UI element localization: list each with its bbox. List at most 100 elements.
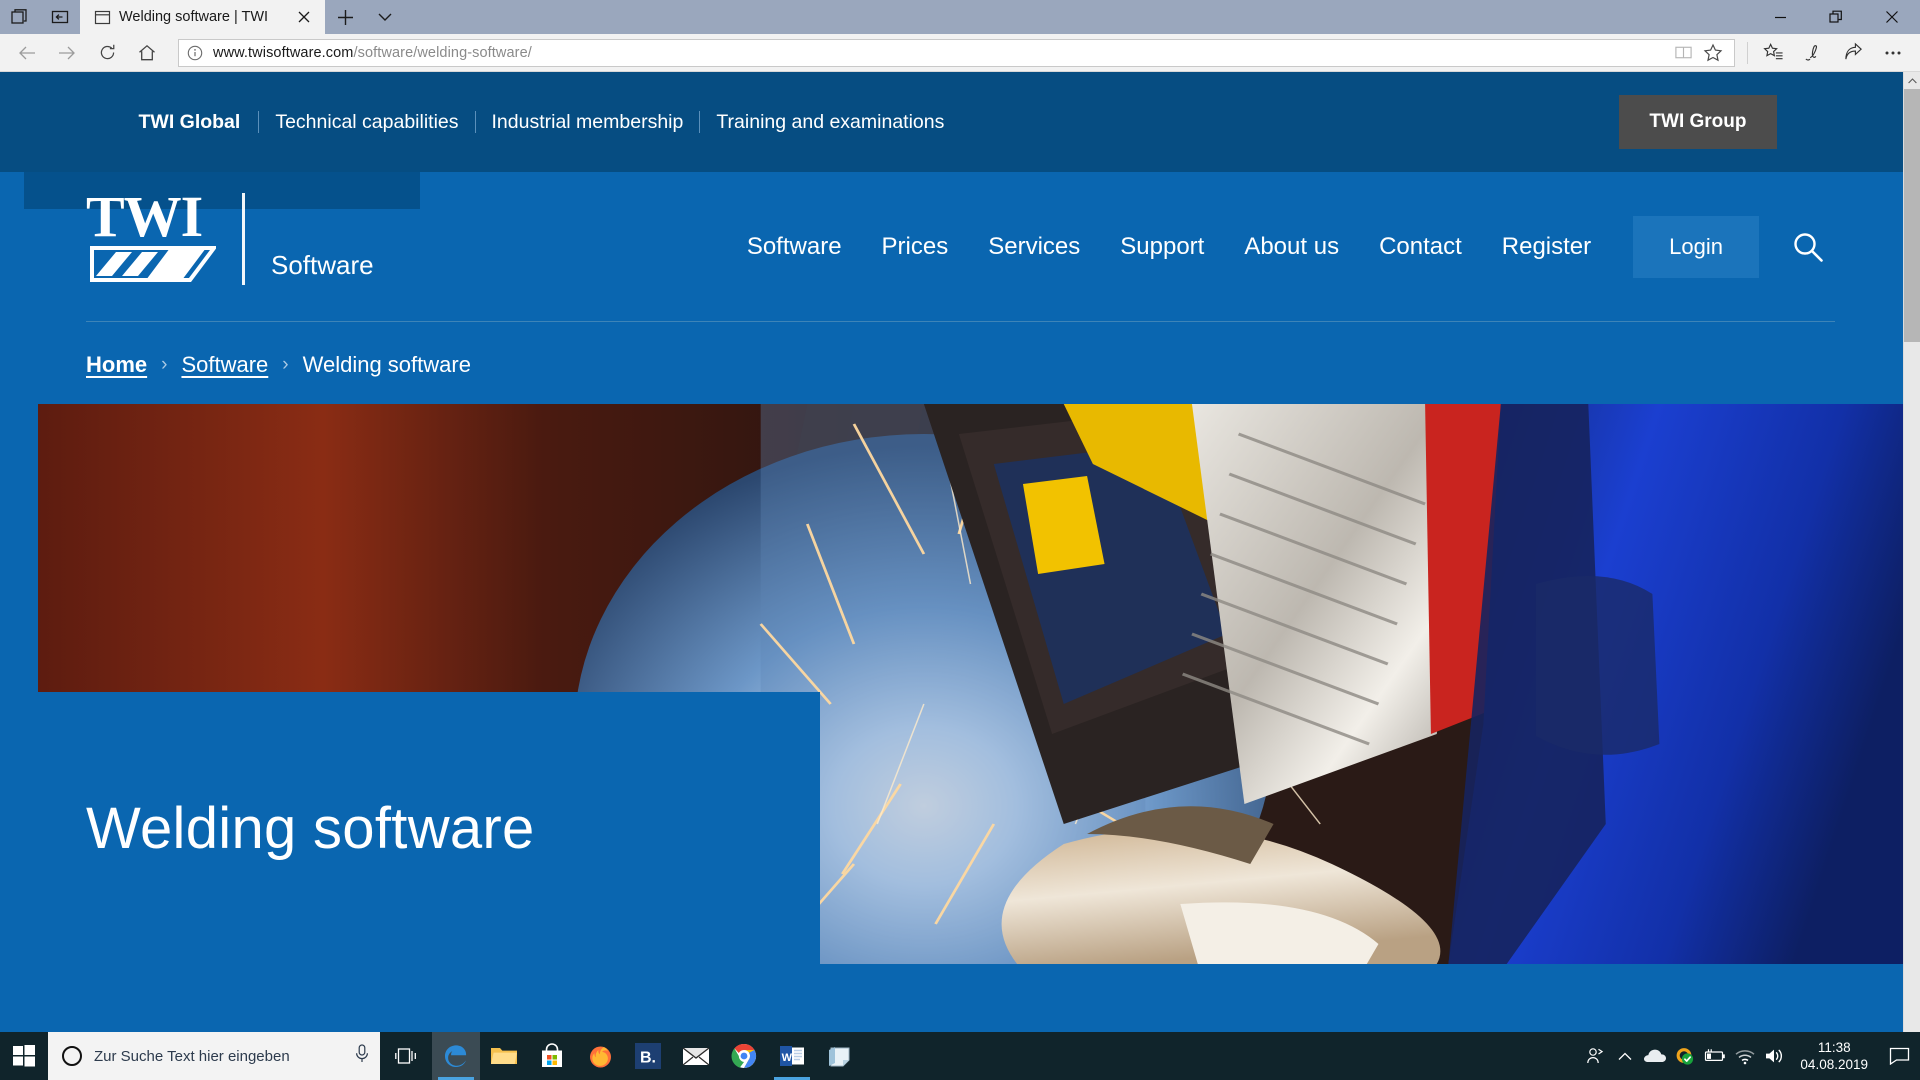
svg-text:W: W	[782, 1052, 793, 1064]
cortana-ring-icon	[62, 1046, 82, 1066]
search-icon[interactable]	[1759, 230, 1835, 264]
svg-text:TWI: TWI	[86, 190, 202, 249]
volume-icon[interactable]	[1760, 1032, 1790, 1080]
nav-item-prices[interactable]: Prices	[862, 233, 969, 261]
scrollbar-thumb[interactable]	[1904, 89, 1920, 342]
toolbar-divider	[1747, 41, 1748, 64]
forward-arrow-icon[interactable]	[48, 36, 86, 70]
clock-time: 11:38	[1817, 1040, 1851, 1055]
taskbar-apps: B. W	[432, 1032, 864, 1080]
clock-date: 04.08.2019	[1800, 1057, 1868, 1072]
tab-title: Welding software | TWI	[119, 9, 269, 25]
breadcrumb-software[interactable]: Software	[181, 352, 268, 378]
star-icon[interactable]	[1700, 40, 1726, 66]
notification-icon[interactable]	[1882, 1032, 1916, 1080]
taskbar-search-placeholder: Zur Suche Text hier eingeben	[94, 1047, 290, 1065]
show-hidden-icons-icon[interactable]	[1610, 1032, 1640, 1080]
taskbar-search-box[interactable]: Zur Suche Text hier eingeben	[48, 1032, 380, 1080]
info-icon[interactable]	[187, 45, 203, 61]
breadcrumb: Home › Software › Welding software	[0, 322, 1903, 404]
url-domain: www.twisoftware.com	[213, 44, 354, 61]
restore-button[interactable]	[1808, 0, 1864, 34]
nav-item-about-us[interactable]: About us	[1224, 233, 1359, 261]
url-path: /software/welding-software/	[353, 44, 532, 61]
task-view-icon[interactable]	[380, 1032, 432, 1080]
address-bar-actions	[1670, 40, 1726, 66]
tab-favicon-icon	[94, 9, 111, 26]
minimize-button[interactable]	[1752, 0, 1808, 34]
twi-group-button[interactable]: TWI Group	[1619, 95, 1777, 149]
browser-titlebar: Welding software | TWI	[0, 0, 1920, 34]
chrome-icon[interactable]	[720, 1032, 768, 1080]
address-bar[interactable]: www.twisoftware.com/software/welding-sof…	[178, 38, 1735, 67]
tab-dropdown-chevron-icon[interactable]	[365, 0, 405, 34]
onedrive-icon[interactable]	[1640, 1032, 1670, 1080]
battery-icon[interactable]	[1700, 1032, 1730, 1080]
hero-banner: Welding software	[38, 404, 1903, 964]
more-icon[interactable]	[1874, 36, 1912, 70]
security-check-icon[interactable]	[1670, 1032, 1700, 1080]
topbar-links: TWI Global Technical capabilities Indust…	[139, 111, 961, 134]
back-arrow-icon[interactable]	[8, 36, 46, 70]
logo-divider	[242, 192, 245, 285]
site-topbar: TWI Global Technical capabilities Indust…	[0, 72, 1903, 172]
microphone-icon[interactable]	[354, 1043, 370, 1069]
topbar-link-training-and-examinations[interactable]: Training and examinations	[700, 111, 960, 134]
website-page: TWI Global Technical capabilities Indust…	[0, 72, 1903, 964]
firefox-icon[interactable]	[576, 1032, 624, 1080]
refresh-icon[interactable]	[88, 36, 126, 70]
favorites-hub-icon[interactable]	[1754, 36, 1792, 70]
windows-taskbar: Zur Suche Text hier eingeben B. W 11:38 …	[0, 1032, 1920, 1080]
login-button[interactable]: Login	[1633, 216, 1759, 278]
topbar-link-industrial-membership[interactable]: Industrial membership	[476, 111, 700, 134]
topbar-link-twi-global[interactable]: TWI Global	[139, 111, 259, 134]
set-tabs-aside-icon[interactable]	[0, 0, 40, 34]
taskbar-clock[interactable]: 11:38 04.08.2019	[1790, 1039, 1882, 1073]
windows-start-icon[interactable]	[0, 1032, 48, 1080]
nav-item-services[interactable]: Services	[968, 233, 1100, 261]
sticky-notes-icon[interactable]	[816, 1032, 864, 1080]
system-tray: 11:38 04.08.2019	[1580, 1032, 1920, 1080]
page-title: Welding software	[86, 796, 535, 861]
wifi-icon[interactable]	[1730, 1032, 1760, 1080]
browser-tab[interactable]: Welding software | TWI	[80, 0, 325, 34]
twi-logo-icon: TWI	[86, 184, 218, 287]
edge-icon[interactable]	[432, 1032, 480, 1080]
breadcrumb-separator-icon: ›	[161, 354, 168, 375]
nav-item-register[interactable]: Register	[1482, 233, 1611, 261]
file-explorer-icon[interactable]	[480, 1032, 528, 1080]
close-button[interactable]	[1864, 0, 1920, 34]
breadcrumb-home[interactable]: Home	[86, 352, 147, 378]
word-icon[interactable]: W	[768, 1032, 816, 1080]
home-icon[interactable]	[128, 36, 166, 70]
nav-item-support[interactable]: Support	[1100, 233, 1224, 261]
breadcrumb-current: Welding software	[302, 352, 471, 377]
svg-text:B.: B.	[640, 1050, 656, 1067]
page-scrollbar[interactable]	[1903, 72, 1920, 1060]
site-logo[interactable]: TWI Software	[86, 184, 374, 287]
logo-wordmark: Software	[271, 250, 374, 280]
blue-b-app-icon[interactable]: B.	[624, 1032, 672, 1080]
main-navigation: Software Prices Services Support About u…	[727, 216, 1835, 278]
address-bar-url: www.twisoftware.com/software/welding-sof…	[213, 45, 532, 61]
header-divider	[86, 321, 1835, 322]
page-viewport: TWI Global Technical capabilities Indust…	[0, 72, 1920, 1060]
new-tab-button[interactable]	[325, 0, 365, 34]
mail-icon[interactable]	[672, 1032, 720, 1080]
reading-view-icon[interactable]	[1670, 40, 1696, 66]
web-note-icon[interactable]	[1794, 36, 1832, 70]
breadcrumb-separator-icon: ›	[282, 354, 289, 375]
nav-item-software[interactable]: Software	[727, 233, 862, 261]
browser-toolbar: www.twisoftware.com/software/welding-sof…	[0, 34, 1920, 72]
browser-window: Welding software | TWI www.twisoftware.c…	[0, 0, 1920, 1060]
tabs-you-set-aside-icon[interactable]	[40, 0, 80, 34]
people-icon[interactable]	[1580, 1032, 1610, 1080]
topbar-link-technical-capabilities[interactable]: Technical capabilities	[259, 111, 474, 134]
window-controls	[1752, 0, 1920, 34]
tab-close-icon[interactable]	[293, 6, 315, 28]
share-icon[interactable]	[1834, 36, 1872, 70]
nav-item-contact[interactable]: Contact	[1359, 233, 1482, 261]
microsoft-store-icon[interactable]	[528, 1032, 576, 1080]
scroll-up-arrow-icon[interactable]	[1904, 72, 1920, 89]
site-header: TWI Software Software Prices Services Su…	[0, 172, 1903, 322]
